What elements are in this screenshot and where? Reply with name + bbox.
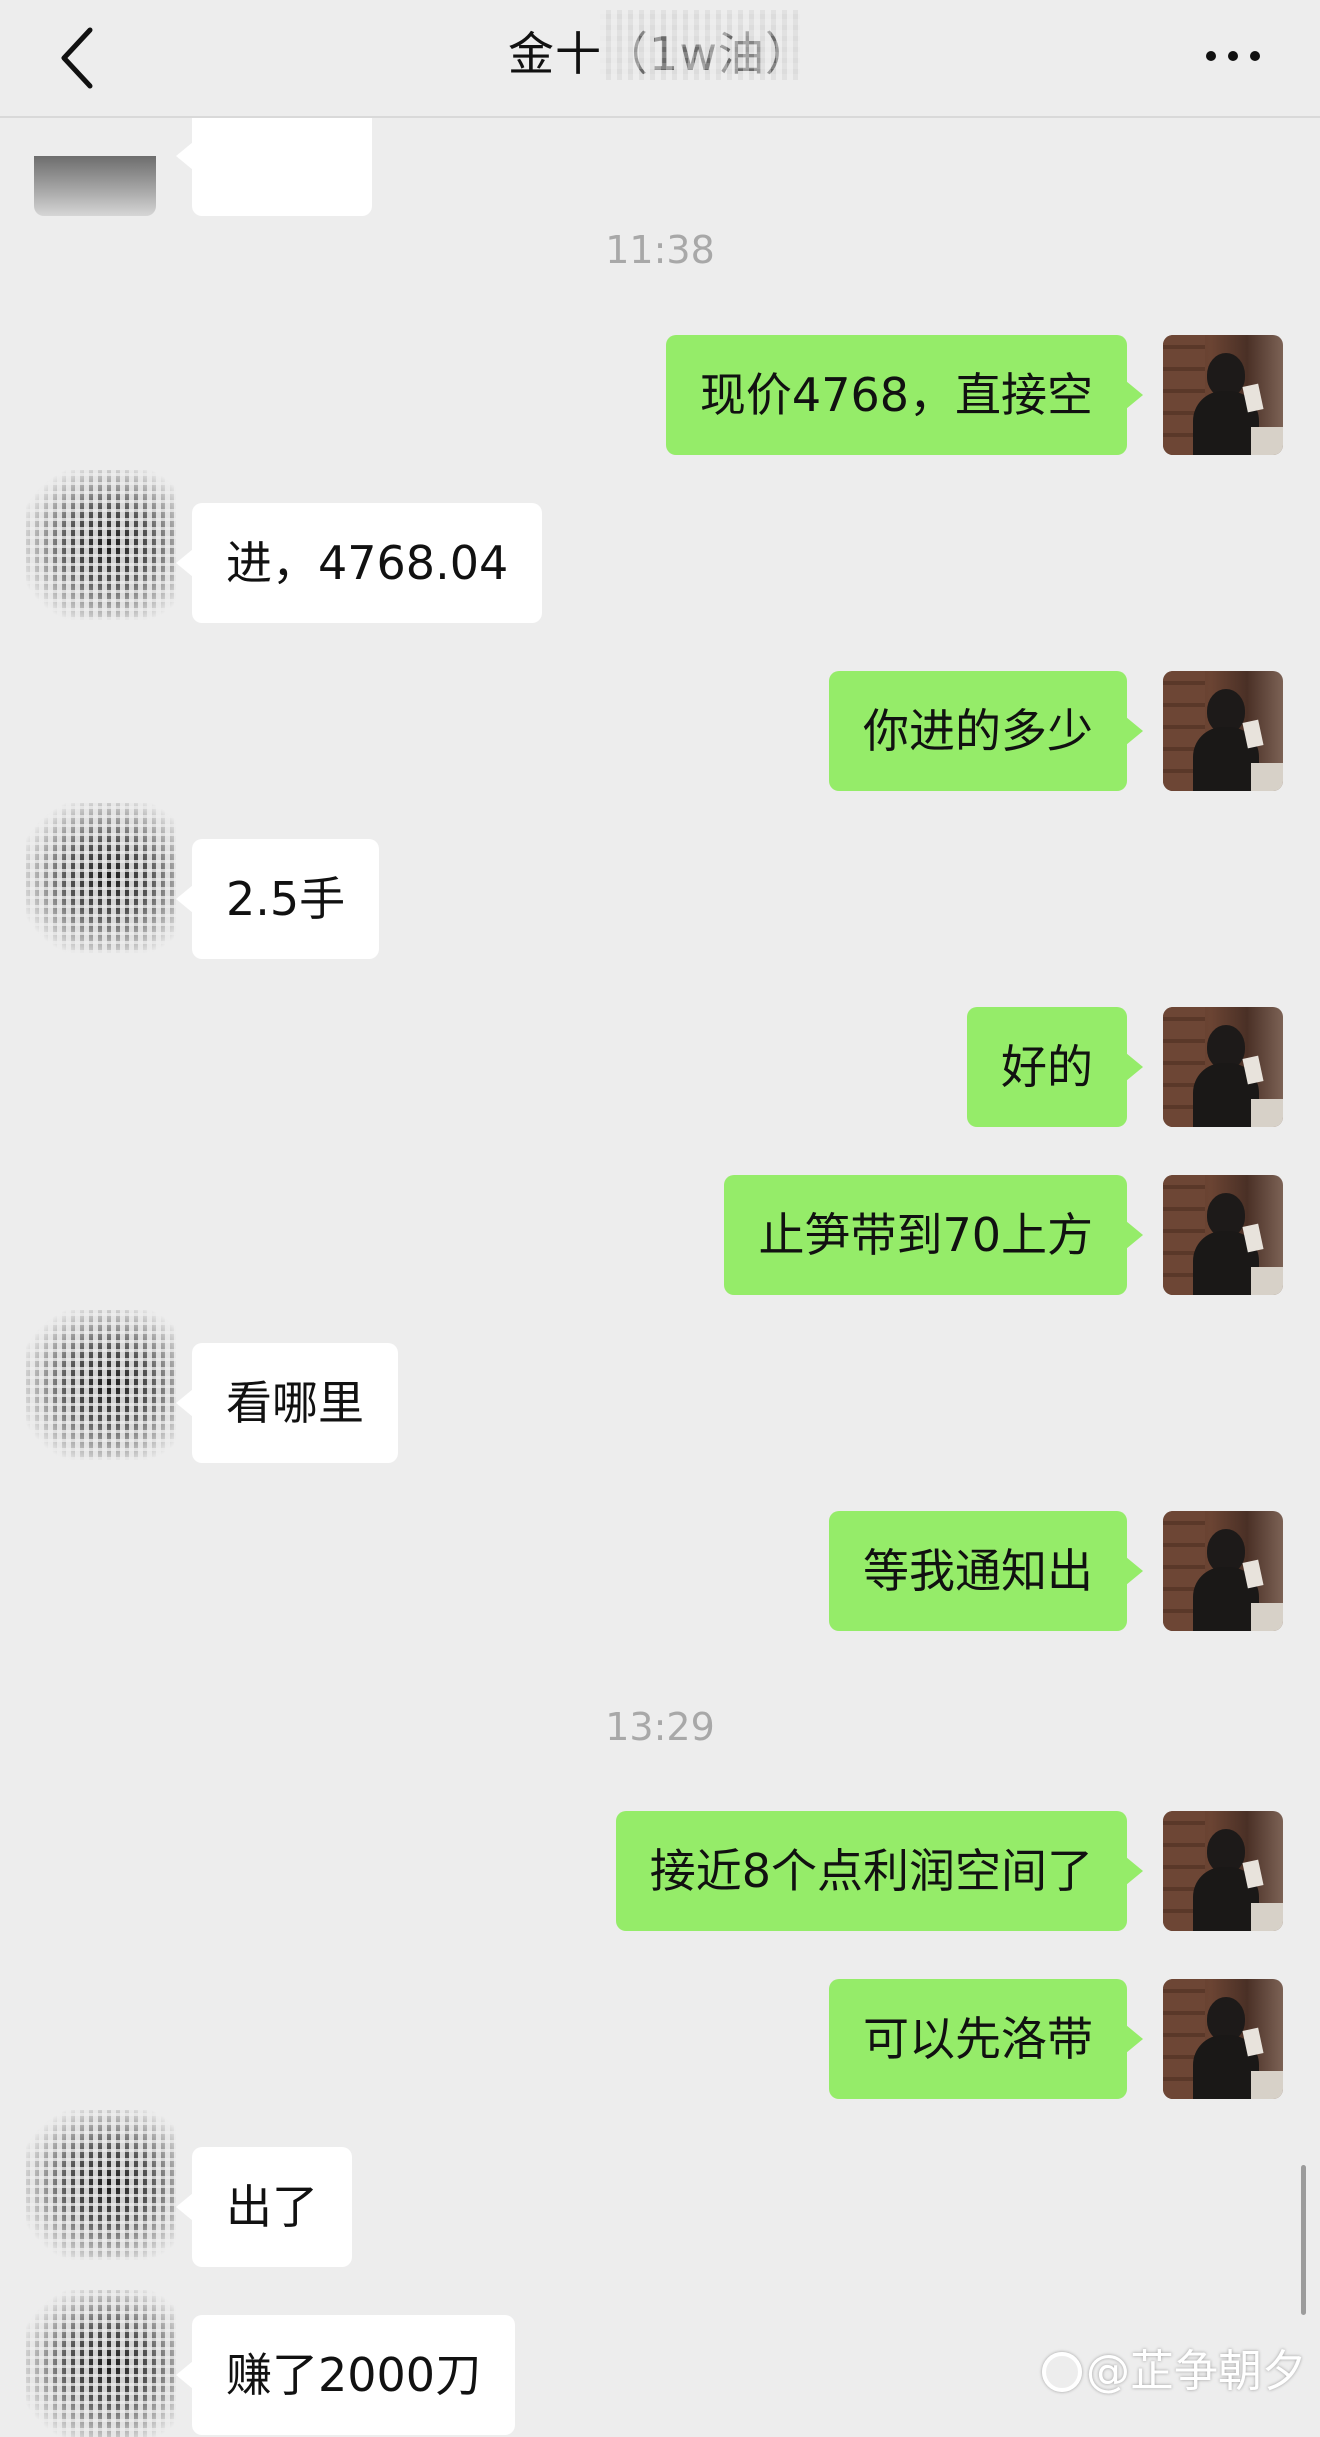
title-mosaic [600, 10, 800, 80]
message-bubble[interactable]: 好的 [967, 1007, 1143, 1127]
message-bubble[interactable]: 你进的多少 [829, 671, 1143, 791]
avatar-self[interactable] [1163, 1511, 1283, 1631]
avatar-self[interactable] [1163, 1811, 1283, 1931]
chat-screen: 金十（1w油） 11:38 现价4768，直接空 进，4768.04 你进的多少… [0, 0, 1320, 2437]
message-bubble[interactable]: 出了 [176, 2147, 352, 2267]
watermark-text: @芷争朝夕 [1086, 2346, 1306, 2397]
message-bubble[interactable]: 可以先洛带 [829, 1979, 1143, 2099]
message-bubble[interactable]: 接近8个点利润空间了 [615, 1811, 1144, 1931]
watermark-logo-icon [1042, 2352, 1082, 2392]
avatar[interactable] [34, 156, 156, 216]
chat-header: 金十（1w油） [0, 0, 1320, 118]
avatar-other[interactable] [26, 803, 176, 953]
message-bubble[interactable]: 赚了2000刀 [175, 2315, 516, 2435]
message-bubble[interactable]: 2.5手 [175, 839, 380, 959]
message-bubble[interactable]: 进，4768.04 [175, 503, 543, 623]
avatar-self[interactable] [1163, 1979, 1283, 2099]
message-bubble[interactable]: 止笋带到70上方 [724, 1175, 1143, 1295]
avatar-other[interactable] [26, 2290, 176, 2437]
avatar-self[interactable] [1163, 1175, 1283, 1295]
message-bubble[interactable]: 看哪里 [176, 1343, 398, 1463]
avatar-other[interactable] [26, 2110, 176, 2260]
avatar-self[interactable] [1163, 671, 1283, 791]
message-bubble[interactable]: 现价4768，直接空 [665, 335, 1144, 455]
message-bubble[interactable]: 等我通知出 [829, 1511, 1143, 1631]
watermark: @芷争朝夕 [1042, 2335, 1306, 2399]
scrollbar[interactable] [1301, 2165, 1306, 2315]
more-horizontal-icon [1206, 51, 1216, 61]
avatar-self[interactable] [1163, 335, 1283, 455]
message-timestamp: 13:29 [605, 1705, 715, 1749]
more-button[interactable] [1198, 30, 1268, 90]
message-timestamp: 11:38 [605, 228, 715, 272]
avatar-self[interactable] [1163, 1007, 1283, 1127]
avatar-other[interactable] [26, 470, 176, 620]
avatar-other[interactable] [26, 1310, 176, 1460]
